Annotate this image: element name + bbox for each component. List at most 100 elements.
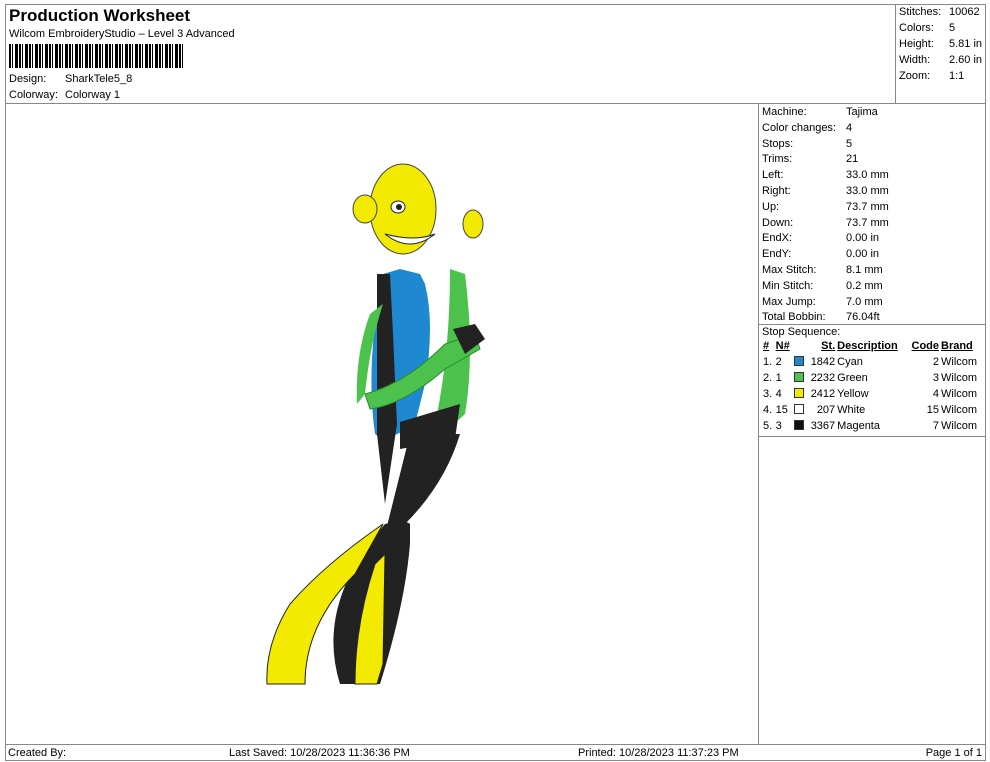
colorway-value: Colorway 1 [65, 89, 121, 101]
info-label: Min Stitch: [762, 279, 814, 292]
thread-brand: Wilcom [941, 404, 978, 416]
thread-brand: Wilcom [941, 388, 978, 400]
needle-number: 2 [775, 356, 782, 368]
info-label: Right: [762, 184, 791, 197]
machine-info: Machine: Tajima Color changes: 4 Stops: 5 Trim… [759, 104, 986, 327]
info-row: Min Stitch: 0.2 mm [762, 279, 983, 295]
design-row: Design: SharkTele5_8 [9, 73, 132, 85]
stats-row: Colors: 5 [899, 21, 983, 37]
stop-row: 2. 1 2232 Green 3 Wilcom [762, 370, 983, 386]
info-value: 0.00 in [846, 232, 880, 245]
info-label: Down: [762, 216, 794, 229]
info-value: 33.0 mm [846, 169, 889, 182]
design-preview [5, 104, 759, 744]
stats-row: Width: 2.60 in [899, 53, 983, 69]
footer: Created By: Last Saved: 10/28/2023 11:36… [5, 744, 986, 761]
colorway-label: Colorway: [9, 89, 58, 101]
software-subtitle: Wilcom EmbroideryStudio – Level 3 Advanc… [9, 28, 235, 40]
thread-code: 7 [932, 420, 939, 432]
color-description: Yellow [837, 388, 869, 400]
thread-brand: Wilcom [941, 356, 978, 368]
info-value: 0.00 in [846, 248, 880, 261]
info-value: 33.0 mm [846, 184, 889, 197]
stats-value: 1:1 [949, 70, 965, 82]
stop-number: 3. [763, 388, 773, 400]
info-label: Machine: [762, 106, 807, 118]
color-description: Green [837, 372, 868, 384]
colorway-row: Colorway: Colorway 1 [9, 89, 120, 101]
stats-row: Height: 5.81 in [899, 37, 983, 53]
needle-number: 3 [775, 420, 782, 432]
col-needle: N# [775, 340, 790, 352]
info-value: 0.2 mm [846, 279, 883, 292]
stats-label: Stitches: [899, 6, 942, 18]
stop-number: 1. [763, 356, 773, 368]
info-label: EndY: [762, 248, 792, 261]
info-value: 73.7 mm [846, 200, 889, 213]
stats-value: 10062 [949, 6, 980, 18]
stats-box: Stitches: 10062 Colors: 5 Height: 5.81 in Widt… [895, 4, 986, 104]
page-number: Page 1 of 1 [925, 747, 982, 759]
info-row: Max Stitch: 8.1 mm [762, 263, 983, 279]
needle-number: 1 [775, 372, 782, 384]
info-row: Max Jump: 7.0 mm [762, 295, 983, 311]
info-value: 7.0 mm [846, 295, 883, 308]
color-swatch [793, 372, 804, 382]
info-label: Max Jump: [762, 295, 816, 308]
info-value: 4 [846, 121, 853, 134]
col-brand: Brand [941, 340, 973, 352]
info-value: Tajima [846, 106, 878, 118]
stop-sequence: Stop Sequence: # N# St. Description Code… [759, 324, 986, 437]
info-row: EndY: 0.00 in [762, 247, 983, 263]
printed-date: Printed: 10/28/2023 11:37:23 PM [578, 747, 739, 759]
info-row: Left: 33.0 mm [762, 168, 983, 184]
stop-number: 2. [763, 372, 773, 384]
info-value: 73.7 mm [846, 216, 889, 229]
last-saved: Last Saved: 10/28/2023 11:36:36 PM [229, 747, 410, 759]
needle-number: 4 [775, 388, 782, 400]
created-by: Created By: [8, 747, 67, 759]
barcode [9, 44, 185, 68]
color-swatch [793, 388, 804, 398]
stop-row: 5. 3 3367 Magenta 7 Wilcom [762, 418, 983, 434]
stop-number: 5. [763, 420, 773, 432]
info-row: Right: 33.0 mm [762, 184, 983, 200]
info-row: Stops: 5 [762, 137, 983, 153]
col-stitches: St. [821, 340, 836, 352]
stitch-count: 1842 [810, 356, 836, 368]
stitch-count: 2232 [810, 372, 836, 384]
color-description: Magenta [837, 420, 880, 432]
page-title: Production Worksheet [9, 6, 191, 25]
info-value: 8.1 mm [846, 263, 883, 276]
info-label: Up: [762, 200, 780, 213]
info-row: Color changes: 4 [762, 121, 983, 137]
stats-label: Colors: [899, 22, 934, 34]
info-value: 21 [846, 153, 859, 166]
shark-design-image [266, 163, 485, 685]
stop-number: 4. [763, 404, 773, 416]
col-code: Code [911, 340, 940, 352]
info-label: Trims: [762, 153, 793, 166]
design-value: SharkTele5_8 [65, 73, 133, 85]
thread-code: 4 [932, 388, 939, 400]
info-row: Trims: 21 [762, 152, 983, 168]
color-swatch [793, 356, 804, 366]
stitch-count: 3367 [810, 420, 836, 432]
thread-code: 2 [932, 356, 939, 368]
stats-value: 5 [949, 22, 956, 34]
thread-code: 3 [932, 372, 939, 384]
info-row: Down: 73.7 mm [762, 216, 983, 232]
stats-row: Zoom: 1:1 [899, 69, 983, 85]
color-swatch [793, 420, 804, 430]
stitch-count: 207 [816, 404, 836, 416]
stats-value: 2.60 in [949, 54, 983, 66]
info-label: Max Stitch: [762, 263, 817, 276]
thread-brand: Wilcom [941, 372, 978, 384]
info-row: EndX: 0.00 in [762, 231, 983, 247]
color-description: Cyan [837, 356, 863, 368]
stats-label: Height: [899, 38, 934, 50]
stitch-count: 2412 [810, 388, 836, 400]
info-value: 5 [846, 137, 853, 150]
color-description: White [837, 404, 866, 416]
stats-label: Zoom: [899, 70, 931, 82]
